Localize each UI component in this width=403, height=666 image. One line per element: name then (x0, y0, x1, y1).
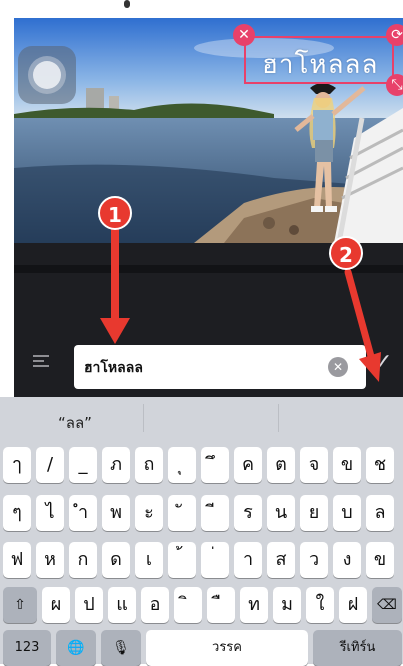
callout-2: 2 (329, 236, 363, 270)
key[interactable]: ม (273, 587, 301, 623)
key[interactable]: ฟ (3, 542, 31, 578)
globe-icon: 🌐 (67, 640, 85, 656)
key[interactable]: ๆ (3, 495, 31, 531)
callout-1: 1 (98, 196, 132, 230)
key[interactable]: า (234, 542, 262, 578)
key[interactable]: ก (69, 542, 97, 578)
key[interactable]: ไ (36, 495, 64, 531)
key[interactable]: น (267, 495, 295, 531)
key[interactable]: ท (240, 587, 268, 623)
key[interactable]: ร (234, 495, 262, 531)
key[interactable]: ห (36, 542, 64, 578)
key[interactable]: ต (267, 447, 295, 483)
key[interactable]: ป (75, 587, 103, 623)
key[interactable]: ี (201, 495, 229, 531)
key[interactable]: ข (366, 542, 394, 578)
return-key[interactable]: รีเทิร์น (313, 630, 402, 666)
key[interactable]: ภ (102, 447, 130, 483)
microphone-icon: 🎙 (112, 640, 130, 656)
key[interactable]: ๅ (3, 447, 31, 483)
key[interactable]: พ (102, 495, 130, 531)
key[interactable]: ึ (201, 447, 229, 483)
key[interactable]: ะ (135, 495, 163, 531)
key[interactable]: บ (333, 495, 361, 531)
key[interactable]: ำ (69, 495, 97, 531)
key[interactable]: ผ (42, 587, 70, 623)
key[interactable]: ฝ (339, 587, 367, 623)
key[interactable]: ส (267, 542, 295, 578)
key[interactable]: ง (333, 542, 361, 578)
key[interactable]: ย (300, 495, 328, 531)
app-screen: ฮาโหลลล ✕ ⟳ ⤡ ✕ ✓ 1 2 “ลล” ๅ / _ ภ ถ ุ ึ… (0, 0, 403, 666)
key[interactable]: ใ (306, 587, 334, 623)
key[interactable]: ่ (201, 542, 229, 578)
key[interactable]: จ (300, 447, 328, 483)
key[interactable]: แ (108, 587, 136, 623)
backspace-icon: ⌫ (377, 597, 397, 613)
key[interactable]: ิ (174, 587, 202, 623)
key[interactable]: เ (135, 542, 163, 578)
backspace-key[interactable]: ⌫ (372, 587, 402, 623)
key[interactable]: ค (234, 447, 262, 483)
key[interactable]: ั (168, 495, 196, 531)
key[interactable]: ข (333, 447, 361, 483)
key[interactable]: _ (69, 447, 97, 483)
key[interactable]: ว (300, 542, 328, 578)
shift-key[interactable]: ⇧ (3, 587, 37, 623)
globe-key[interactable]: 🌐 (56, 630, 96, 666)
suggestion-divider (278, 404, 279, 432)
numbers-key[interactable]: 123 (3, 630, 51, 666)
key[interactable]: ถ (135, 447, 163, 483)
key[interactable]: ด (102, 542, 130, 578)
space-key[interactable]: วรรค (146, 630, 308, 666)
suggestion-divider (143, 404, 144, 432)
key[interactable]: ช (366, 447, 394, 483)
key[interactable]: ุ (168, 447, 196, 483)
key[interactable]: ล (366, 495, 394, 531)
key[interactable]: อ (141, 587, 169, 623)
key[interactable]: / (36, 447, 64, 483)
dictation-key[interactable]: 🎙 (101, 630, 141, 666)
shift-icon: ⇧ (14, 597, 26, 613)
key[interactable]: ้ (168, 542, 196, 578)
key[interactable]: ื (207, 587, 235, 623)
suggestion-item[interactable]: “ลล” (58, 411, 92, 435)
